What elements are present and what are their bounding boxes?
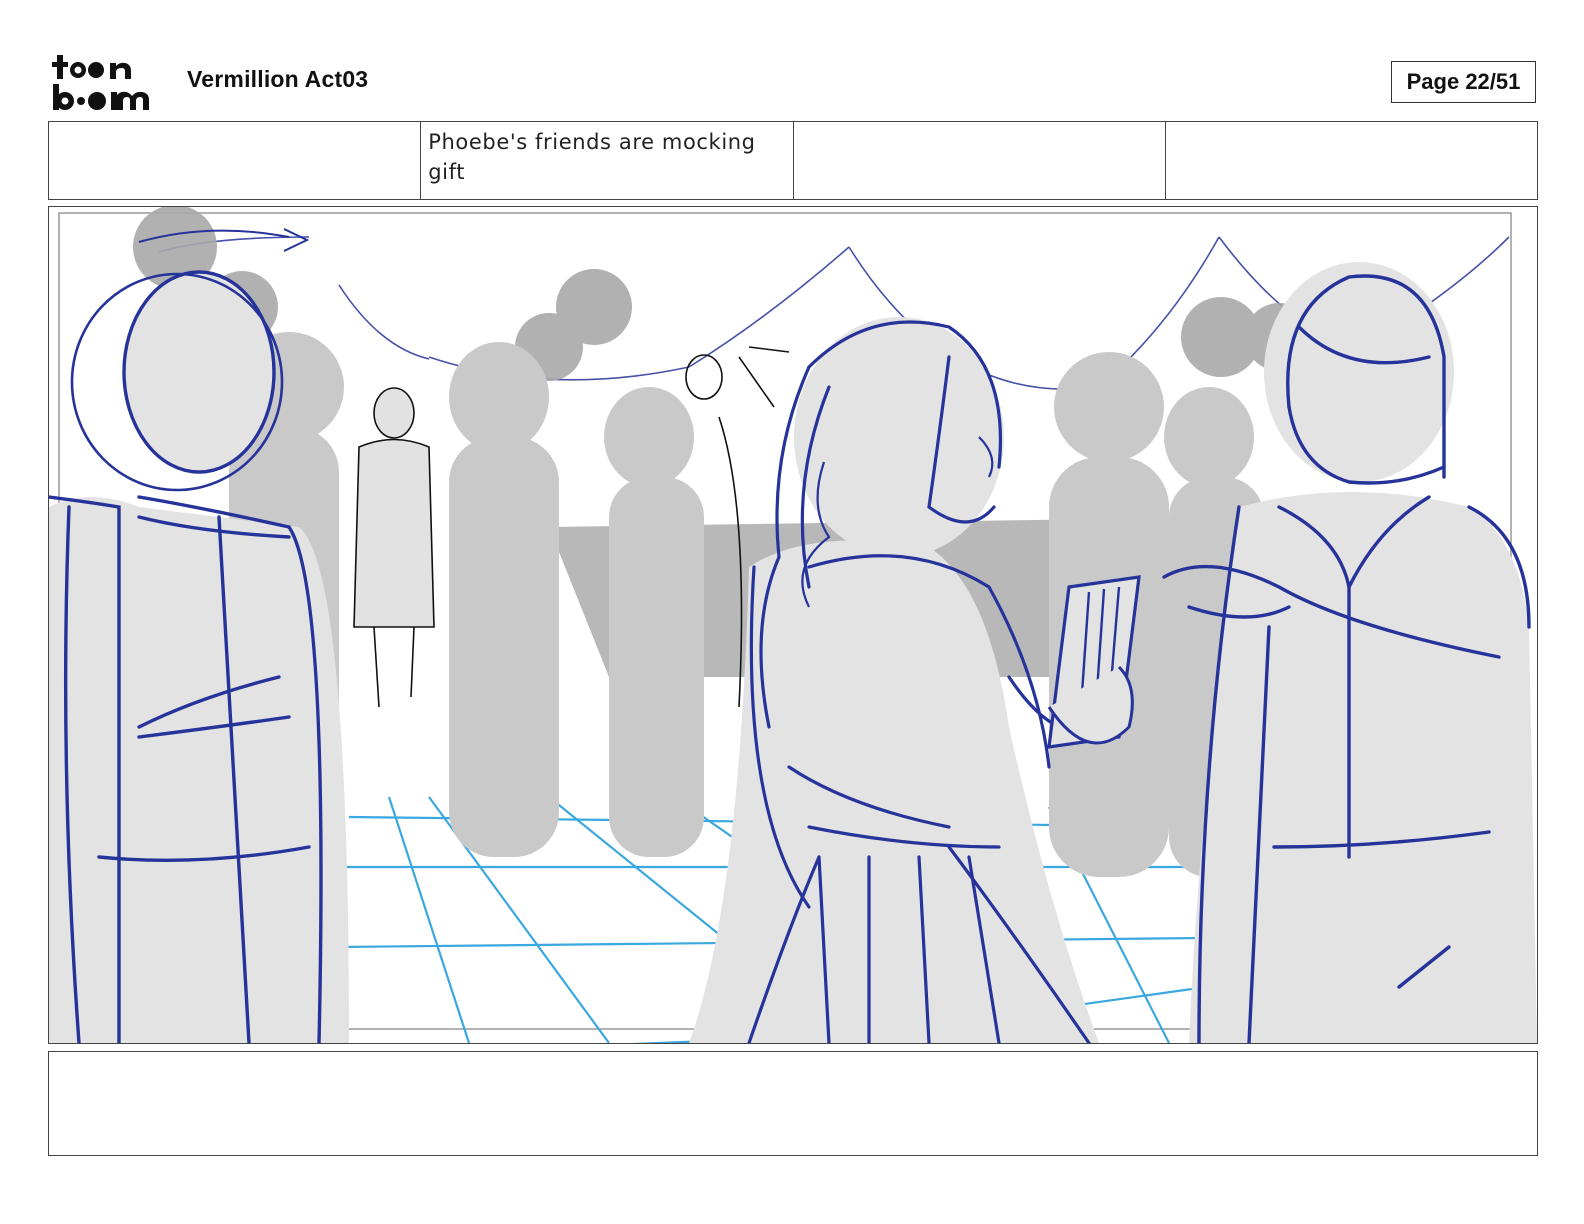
page-number: Page 22/51 bbox=[1391, 61, 1536, 103]
info-cell-4 bbox=[1166, 122, 1537, 199]
project-title: Vermillion Act03 bbox=[187, 66, 369, 92]
info-cell-1 bbox=[49, 122, 422, 199]
panel-info-row: Phoebe's friends are mocking gift bbox=[48, 121, 1538, 200]
action-notes-cell: Phoebe's friends are mocking gift bbox=[421, 122, 794, 199]
panel-notes-box bbox=[48, 1051, 1538, 1156]
toon-boom-logo-icon bbox=[52, 55, 149, 110]
info-cell-3 bbox=[794, 122, 1166, 199]
panel-sketch-image bbox=[49, 207, 1537, 1043]
storyboard-panel bbox=[48, 206, 1538, 1044]
